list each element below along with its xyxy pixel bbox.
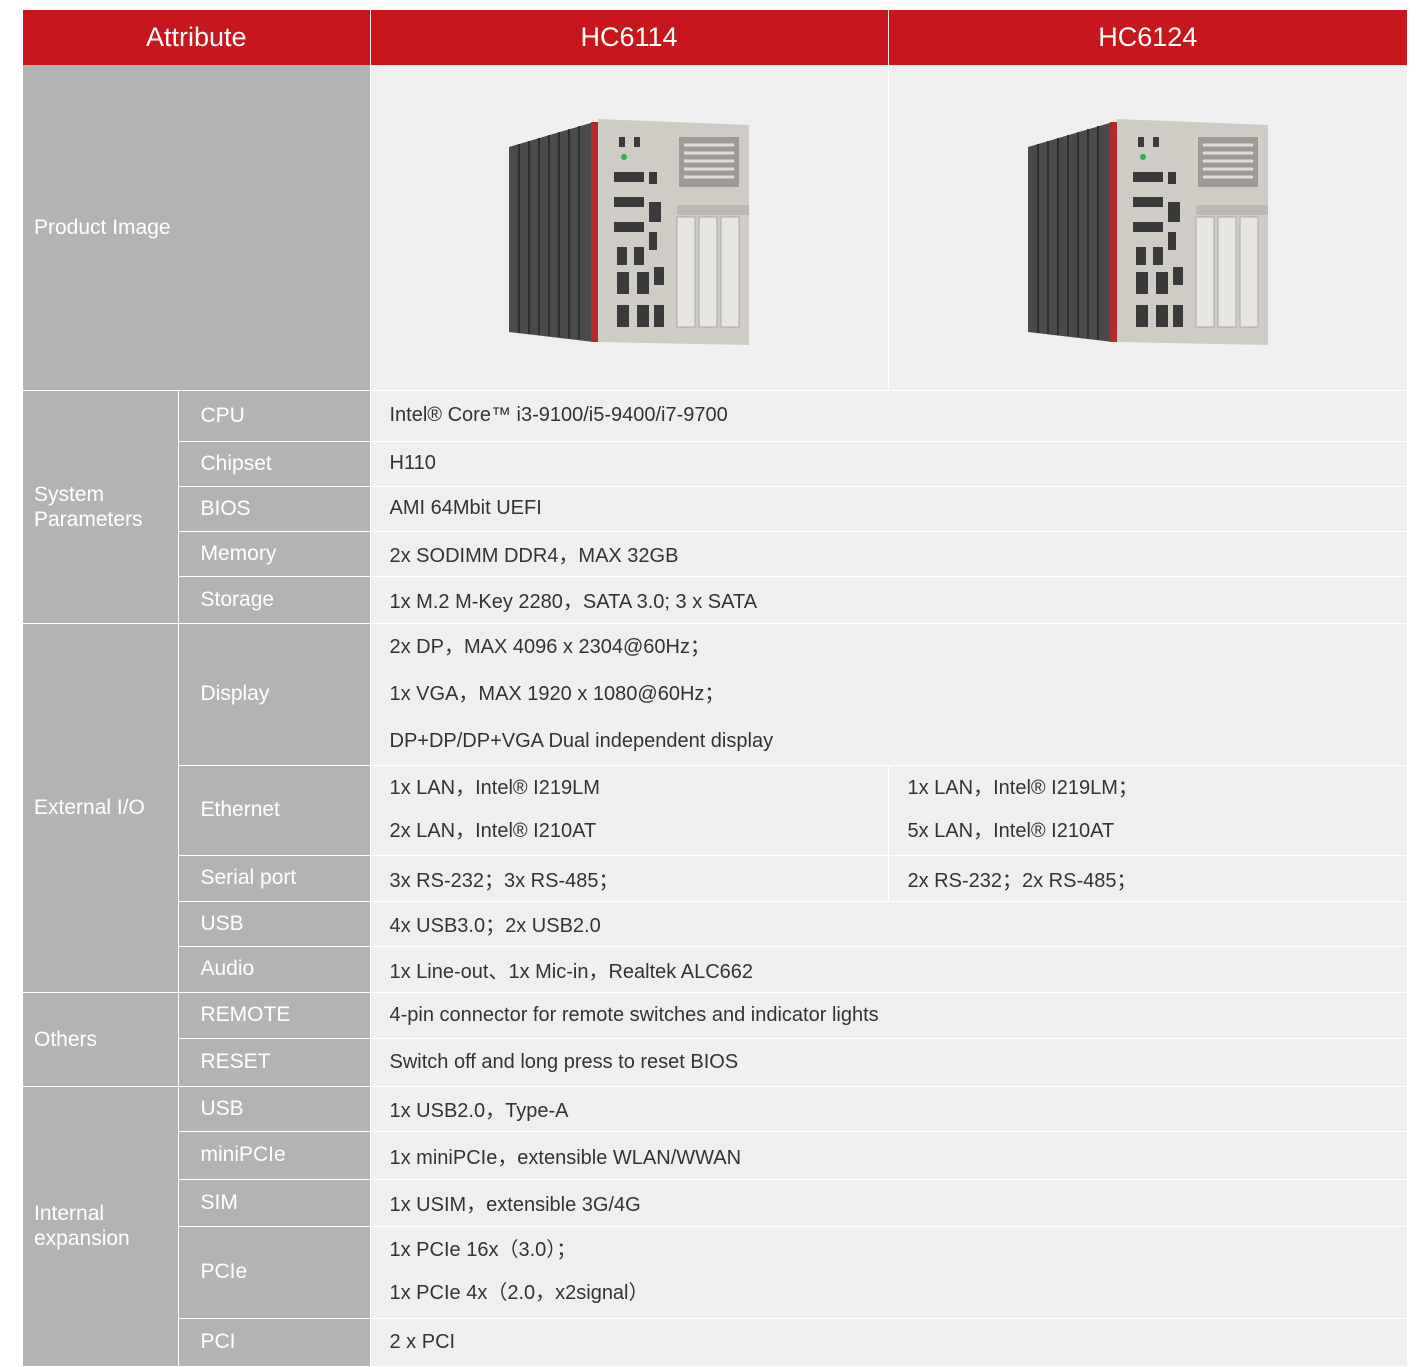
row-value-serial-hc6124: 2x RS-232；2x RS-485；: [888, 855, 1407, 902]
table-row: miniPCIe 1x miniPCIe，extensible WLAN/WWA…: [23, 1131, 1407, 1180]
row-label-display: Display: [178, 623, 371, 766]
attribute-header: Attribute: [23, 10, 371, 65]
product-image-hc6114: [370, 65, 889, 391]
row-value-display: 2x DP，MAX 4096 x 2304@60Hz； 1x VGA，MAX 1…: [370, 623, 1407, 766]
table-row: External I/O Display 2x DP，MAX 4096 x 23…: [23, 623, 1407, 993]
row-label-sim: SIM: [178, 1179, 371, 1227]
model-a-header: HC6114: [370, 10, 889, 65]
row-label-pcie: PCIe: [178, 1226, 371, 1319]
table-row: Internal expansion USB 1x USB2.0，Type-A: [23, 1086, 1407, 1367]
row-label-audio: Audio: [178, 946, 371, 993]
ethernet-line: 2x LAN，Intel® I210AT: [389, 820, 597, 842]
table-row: Memory 2x SODIMM DDR4，MAX 32GB: [23, 531, 1407, 577]
table-row: PCI 2 x PCI: [23, 1318, 1407, 1367]
row-value-chipset: H110: [370, 441, 1407, 487]
row-value-memory: 2x SODIMM DDR4，MAX 32GB: [370, 531, 1407, 577]
product-image-hc6124: [888, 65, 1407, 391]
row-value-cpu: Intel® Core™ i3-9100/i5-9400/i7-9700: [370, 390, 1407, 442]
row-label-reset: RESET: [178, 1038, 371, 1087]
row-value-remote: 4-pin connector for remote switches and …: [370, 992, 1407, 1039]
row-value-pcie: 1x PCIe 16x（3.0）； 1x PCIe 4x（2.0，x2signa…: [370, 1226, 1407, 1319]
model-b-header: HC6124: [888, 10, 1407, 65]
industrial-pc-image: [509, 119, 749, 346]
row-value-pci: 2 x PCI: [370, 1318, 1407, 1367]
display-line: DP+DP/DP+VGA Dual independent display: [389, 729, 774, 752]
table-row: BIOS AMI 64Mbit UEFI: [23, 486, 1407, 532]
group-external-io: External I/O: [23, 623, 179, 993]
row-value-usb: 4x USB3.0；2x USB2.0: [370, 901, 1407, 947]
group-others: Others: [23, 992, 179, 1087]
row-value-minipcie: 1x miniPCIe，extensible WLAN/WWAN: [370, 1131, 1407, 1180]
row-value-bios: AMI 64Mbit UEFI: [370, 486, 1407, 532]
row-label-storage: Storage: [178, 576, 371, 624]
table-row: Serial port 3x RS-232；3x RS-485； 2x RS-2…: [23, 855, 1407, 902]
display-line: 1x VGA，MAX 1920 x 1080@60Hz；: [389, 682, 725, 705]
row-value-audio: 1x Line-out、1x Mic-in，Realtek ALC662: [370, 946, 1407, 993]
table-row: Audio 1x Line-out、1x Mic-in，Realtek ALC6…: [23, 946, 1407, 993]
row-value-ethernet-hc6114: 1x LAN，Intel® I219LM 2x LAN，Intel® I210A…: [370, 765, 889, 856]
table-row: Ethernet 1x LAN，Intel® I219LM 2x LAN，Int…: [23, 765, 1407, 856]
table-row: USB 4x USB3.0；2x USB2.0: [23, 901, 1407, 947]
row-value-ethernet-hc6124: 1x LAN，Intel® I219LM； 5x LAN，Intel® I210…: [888, 765, 1407, 856]
row-label-chipset: Chipset: [178, 441, 371, 487]
table-row: Others REMOTE 4-pin connector for remote…: [23, 992, 1407, 1087]
row-label-cpu: CPU: [178, 390, 371, 442]
spec-table: Attribute HC6114 HC6124 Product Image Sy…: [23, 10, 1407, 1367]
table-row: SIM 1x USIM，extensible 3G/4G: [23, 1179, 1407, 1227]
ethernet-line: 1x LAN，Intel® I219LM；: [907, 777, 1138, 799]
row-value-storage: 1x M.2 M-Key 2280，SATA 3.0; 3 x SATA: [370, 576, 1407, 624]
row-label-bios: BIOS: [178, 486, 371, 532]
product-image-label: Product Image: [23, 65, 371, 391]
table-row: Storage 1x M.2 M-Key 2280，SATA 3.0; 3 x …: [23, 576, 1407, 624]
display-line: 2x DP，MAX 4096 x 2304@60Hz；: [389, 635, 710, 658]
ethernet-line: 5x LAN，Intel® I210AT: [907, 820, 1115, 842]
table-row: PCIe 1x PCIe 16x（3.0）； 1x PCIe 4x（2.0，x2…: [23, 1226, 1407, 1319]
row-label-internal-usb: USB: [178, 1086, 371, 1132]
row-label-pci: PCI: [178, 1318, 371, 1367]
row-label-memory: Memory: [178, 531, 371, 577]
table-row: Chipset H110: [23, 441, 1407, 487]
ethernet-line: 1x LAN，Intel® I219LM: [389, 777, 600, 799]
group-system-parameters: System Parameters: [23, 390, 179, 624]
table-row: System Parameters CPU Intel® Core™ i3-91…: [23, 390, 1407, 624]
row-label-ethernet: Ethernet: [178, 765, 371, 856]
row-value-sim: 1x USIM，extensible 3G/4G: [370, 1179, 1407, 1227]
row-value-reset: Switch off and long press to reset BIOS: [370, 1038, 1407, 1087]
pcie-line: 1x PCIe 16x（3.0）；: [389, 1239, 577, 1261]
row-label-minipcie: miniPCIe: [178, 1131, 371, 1180]
row-label-serial-port: Serial port: [178, 855, 371, 902]
row-label-usb: USB: [178, 901, 371, 947]
product-image-row: Product Image: [23, 65, 1407, 391]
row-value-serial-hc6114: 3x RS-232；3x RS-485；: [370, 855, 889, 902]
pcie-line: 1x PCIe 4x（2.0，x2signal）: [389, 1282, 649, 1304]
header-row: Attribute HC6114 HC6124: [23, 10, 1407, 65]
row-value-internal-usb: 1x USB2.0，Type-A: [370, 1086, 1407, 1132]
table-row: RESET Switch off and long press to reset…: [23, 1038, 1407, 1087]
group-internal-expansion: Internal expansion: [23, 1086, 179, 1367]
row-label-remote: REMOTE: [178, 992, 371, 1039]
industrial-pc-image: [1027, 119, 1268, 346]
